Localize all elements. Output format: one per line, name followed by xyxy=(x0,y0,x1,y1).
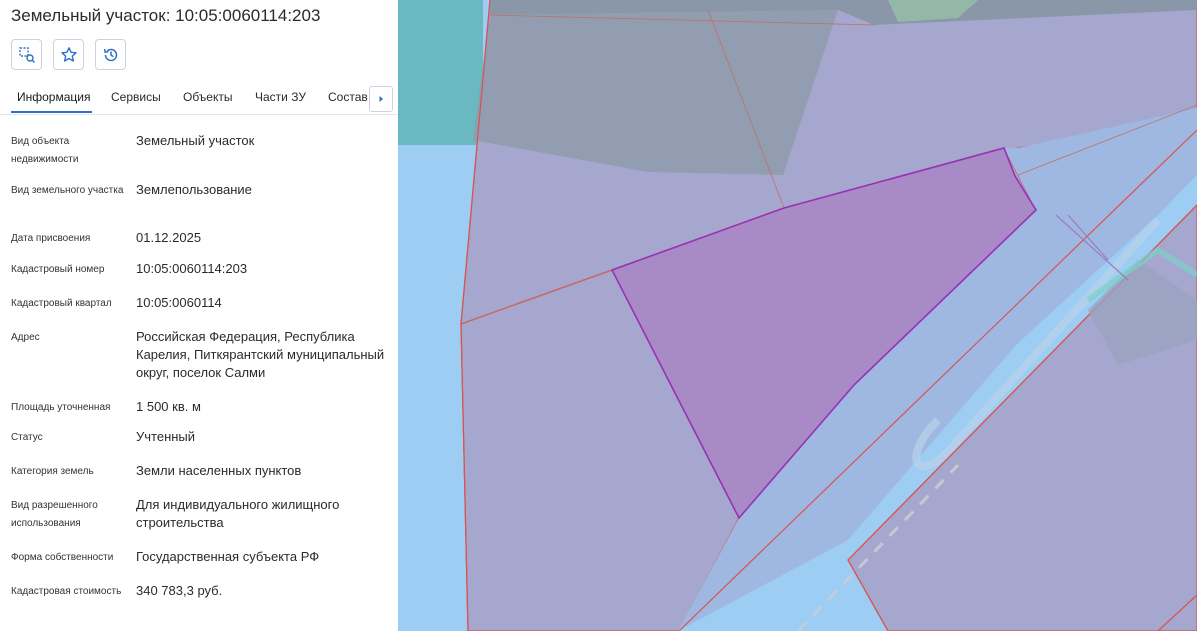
field-value-cadastral-number: 10:05:0060114:203 xyxy=(136,261,248,276)
field-value-assignment-date: 01.12.2025 xyxy=(136,230,202,245)
field-label-ownership: Форма собственности xyxy=(11,552,114,563)
star-icon xyxy=(60,46,77,62)
favorite-button[interactable] xyxy=(53,39,84,70)
field-value-area: 1 500 кв. м xyxy=(136,399,201,414)
field-value-land-category: Земли населенных пунктов xyxy=(136,463,302,478)
field-value-object-type: Земельный участок xyxy=(136,133,255,148)
field-value-status: Учтенный xyxy=(136,429,196,444)
chevron-right-icon xyxy=(379,96,383,102)
field-label-parcel-type: Вид земельного участка xyxy=(11,185,124,196)
map-search-icon xyxy=(18,46,35,63)
field-label-land-category: Категория земель xyxy=(11,466,94,477)
field-value-permitted-use: Для индивидуального жилищного строительс… xyxy=(136,497,340,530)
tab-composition[interactable]: Состав xyxy=(328,90,368,104)
tab-scroll-button[interactable] xyxy=(369,86,393,112)
field-label-area: Площадь уточненная xyxy=(11,402,111,413)
field-label-cadastral-number: Кадастровый номер xyxy=(11,264,105,275)
history-button[interactable] xyxy=(95,39,126,70)
tab-services[interactable]: Сервисы xyxy=(111,90,161,104)
map-canvas[interactable] xyxy=(398,0,1197,631)
field-label-object-type: Вид объекта недвижимости xyxy=(11,136,79,165)
cadastral-map[interactable] xyxy=(398,0,1197,631)
page-title: Земельный участок: 10:05:0060114:203 xyxy=(11,6,321,25)
field-value-address: Российская Федерация, Республика Карелия… xyxy=(136,329,385,380)
active-tab-indicator xyxy=(11,111,92,113)
field-value-cadastral-quarter: 10:05:0060114 xyxy=(136,295,222,310)
field-label-cadastral-value: Кадастровая стоимость xyxy=(11,586,122,597)
tab-bar: Информация Сервисы Объекты Части ЗУ Сост… xyxy=(0,86,398,115)
tab-parts[interactable]: Части ЗУ xyxy=(255,90,306,104)
tab-information[interactable]: Информация xyxy=(17,90,90,104)
field-label-status: Статус xyxy=(11,432,43,443)
field-label-assignment-date: Дата присвоения xyxy=(11,233,91,244)
field-value-cadastral-value: 340 783,3 руб. xyxy=(136,583,223,598)
map-search-button[interactable] xyxy=(11,39,42,70)
field-label-permitted-use: Вид разрешенного использования xyxy=(11,500,98,529)
field-label-address: Адрес xyxy=(11,332,40,343)
shoreline-area xyxy=(398,0,483,145)
field-label-cadastral-quarter: Кадастровый квартал xyxy=(11,298,112,309)
history-icon xyxy=(103,48,117,61)
field-value-ownership: Государственная субъекта РФ xyxy=(136,549,320,564)
info-panel: Земельный участок: 10:05:0060114:203 Инф… xyxy=(0,0,398,631)
tab-objects[interactable]: Объекты xyxy=(183,90,233,104)
field-value-parcel-type: Землепользование xyxy=(136,182,252,197)
